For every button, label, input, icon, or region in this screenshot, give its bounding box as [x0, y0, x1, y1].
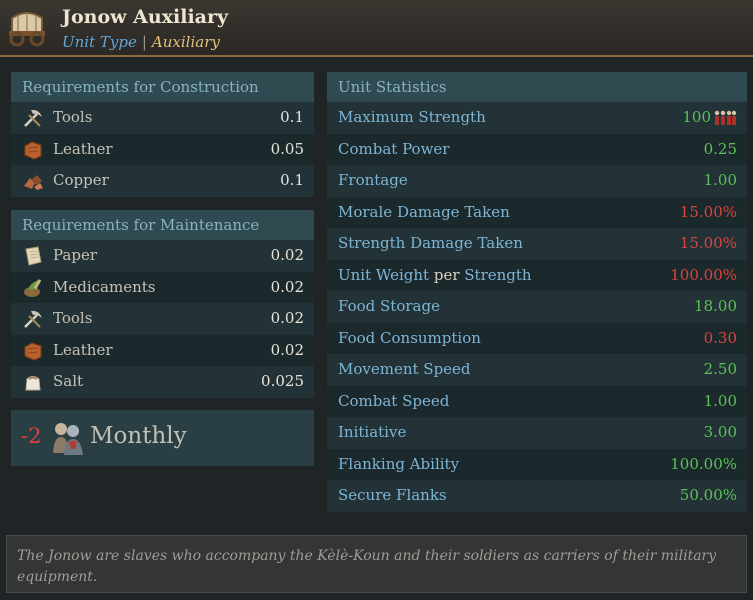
stat-row-food-consumption[interactable]: Food Consumption 0.30: [327, 322, 747, 354]
tools-icon: [24, 310, 42, 328]
stat-value: 1.00: [703, 391, 737, 410]
stat-row-morale-damage-taken[interactable]: Morale Damage Taken 15.00%: [327, 196, 747, 228]
stat-label: Flanking Ability: [338, 454, 460, 473]
stat-value: 100: [682, 102, 737, 134]
resource-label: Leather: [53, 340, 113, 359]
resource-value: 0.02: [270, 277, 304, 296]
unit-type-value[interactable]: Auxiliary: [152, 33, 220, 51]
maintenance-row-tools[interactable]: Tools 0.02: [11, 303, 314, 335]
stat-label-per: per: [433, 265, 460, 284]
stat-label-part: Unit Weight: [338, 265, 430, 284]
resource-label: Tools: [53, 108, 93, 126]
resource-value: 0.02: [270, 340, 304, 359]
stat-label: Food Storage: [338, 297, 440, 315]
construction-heading: Requirements for Construction: [11, 72, 314, 102]
construction-row-leather[interactable]: Leather 0.05: [11, 133, 314, 165]
salt-icon: [25, 376, 41, 391]
population-icon: [53, 423, 83, 455]
resource-label: Paper: [53, 246, 98, 264]
stat-value: 15.00%: [679, 234, 737, 252]
resource-label: Salt: [53, 372, 84, 390]
maintenance-row-salt[interactable]: Salt 0.025: [11, 366, 314, 398]
construction-row-copper[interactable]: Copper 0.1: [11, 165, 314, 197]
maintenance-row-leather[interactable]: Leather 0.02: [11, 334, 314, 366]
unit-type-line: Unit Type | Auxiliary: [62, 33, 220, 51]
stat-label-part: Strength: [464, 265, 532, 284]
stat-label: Frontage: [338, 171, 408, 189]
unit-title: Jonow Auxiliary: [62, 6, 229, 28]
stat-label: Maximum Strength: [338, 108, 486, 126]
resource-value: 0.025: [261, 372, 304, 390]
unit-type-separator: |: [141, 33, 147, 51]
stat-label: Morale Damage Taken: [338, 202, 510, 221]
unit-description: The Jonow are slaves who accompany the K…: [6, 535, 747, 593]
monthly-label: Monthly: [90, 423, 187, 449]
monthly-value: -2: [21, 424, 42, 448]
stat-row-frontage[interactable]: Frontage 1.00: [327, 165, 747, 197]
stat-row-movement-speed[interactable]: Movement Speed 2.50: [327, 354, 747, 386]
unit-header: Jonow Auxiliary Unit Type | Auxiliary: [0, 0, 753, 57]
stat-row-food-storage[interactable]: Food Storage 18.00: [327, 291, 747, 323]
stat-label: Combat Speed: [338, 391, 450, 410]
monthly-population-cost[interactable]: -2 Monthly: [11, 410, 314, 466]
stat-value: 0.30: [703, 328, 737, 347]
maintenance-heading: Requirements for Maintenance: [11, 210, 314, 240]
stat-row-secure-flanks[interactable]: Secure Flanks 50.00%: [327, 480, 747, 512]
stat-label: Unit Weight per Strength: [338, 260, 532, 292]
stat-value: 100.00%: [670, 265, 737, 284]
stat-value: 3.00: [703, 423, 737, 441]
stat-value: 1.00: [703, 171, 737, 189]
resource-value: 0.1: [280, 108, 304, 126]
medicaments-icon: [24, 278, 42, 297]
leather-icon: [24, 140, 42, 160]
leather-icon: [24, 341, 42, 361]
unit-type-label[interactable]: Unit Type: [62, 33, 137, 51]
stat-row-maximum-strength[interactable]: Maximum Strength 100: [327, 102, 747, 134]
stat-row-combat-power[interactable]: Combat Power 0.25: [327, 133, 747, 165]
stat-row-initiative[interactable]: Initiative 3.00: [327, 417, 747, 449]
stat-row-flanking-ability[interactable]: Flanking Ability 100.00%: [327, 448, 747, 480]
construction-row-tools[interactable]: Tools 0.1: [11, 102, 314, 134]
resource-label: Copper: [53, 171, 109, 189]
unit-statistics-heading: Unit Statistics: [327, 72, 747, 102]
tools-icon: [24, 109, 42, 127]
stat-row-combat-speed[interactable]: Combat Speed 1.00: [327, 385, 747, 417]
resource-value: 0.1: [280, 171, 304, 189]
stat-value: 18.00: [694, 297, 737, 315]
stat-label: Initiative: [338, 423, 407, 441]
stat-row-unit-weight-per-strength[interactable]: Unit Weight per Strength 100.00%: [327, 259, 747, 292]
resource-label: Tools: [53, 309, 93, 327]
stat-label: Combat Power: [338, 139, 450, 158]
stat-label: Secure Flanks: [338, 486, 447, 504]
paper-icon: [25, 246, 42, 266]
stat-row-strength-damage-taken[interactable]: Strength Damage Taken 15.00%: [327, 228, 747, 260]
resource-value: 0.02: [270, 246, 304, 264]
maintenance-panel: Requirements for Maintenance Paper 0.02 …: [11, 210, 314, 398]
stat-value: 50.00%: [679, 486, 737, 504]
resource-label: Leather: [53, 139, 113, 158]
construction-panel: Requirements for Construction Tools 0.1 …: [11, 72, 314, 197]
stat-label: Food Consumption: [338, 328, 481, 347]
stat-value: 0.25: [703, 139, 737, 158]
resource-value: 0.02: [270, 309, 304, 327]
maintenance-row-paper[interactable]: Paper 0.02: [11, 240, 314, 272]
stat-label: Movement Speed: [338, 360, 471, 378]
resource-label: Medicaments: [53, 277, 156, 296]
stat-value: 2.50: [703, 360, 737, 378]
stat-label: Strength Damage Taken: [338, 234, 523, 252]
soldiers-icon: [714, 110, 737, 125]
unit-statistics-panel: Unit Statistics Maximum Strength 100 Com…: [327, 72, 747, 512]
resource-value: 0.05: [270, 139, 304, 158]
copper-icon: [24, 175, 43, 190]
stat-value: 100.00%: [670, 454, 737, 473]
stat-value: 15.00%: [679, 202, 737, 221]
wagon-icon: [9, 12, 45, 47]
maintenance-row-medicaments[interactable]: Medicaments 0.02: [11, 271, 314, 303]
